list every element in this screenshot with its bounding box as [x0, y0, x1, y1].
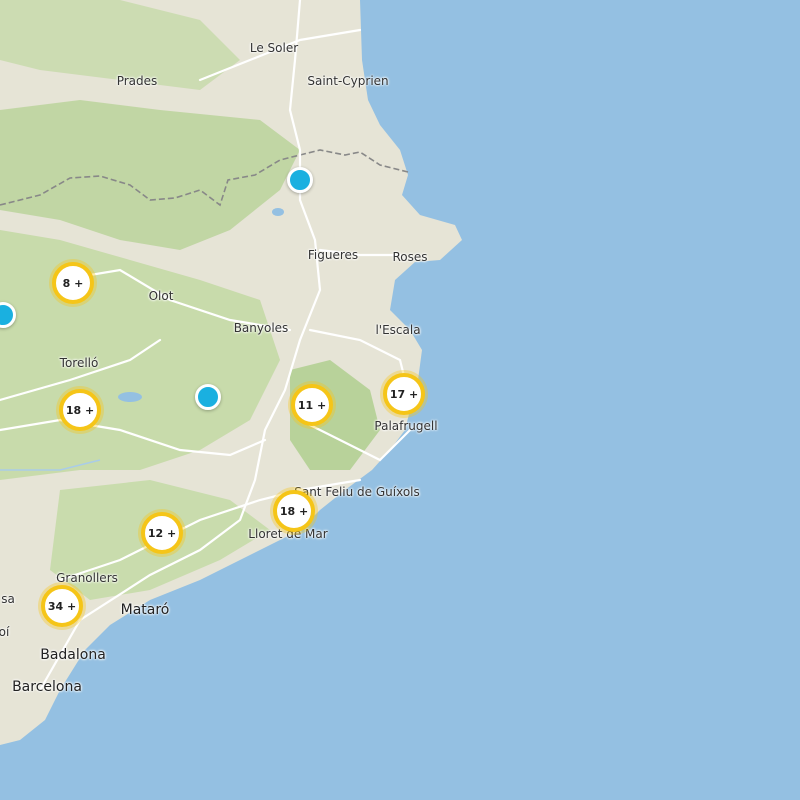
cluster-marker[interactable]: 12 +: [141, 512, 183, 554]
map-marker[interactable]: [287, 167, 313, 193]
cluster-marker[interactable]: 18 +: [59, 389, 101, 431]
map-marker[interactable]: [195, 384, 221, 410]
cluster-marker[interactable]: 18 +: [273, 490, 315, 532]
cluster-marker[interactable]: 34 +: [41, 585, 83, 627]
cluster-marker[interactable]: 11 +: [291, 384, 333, 426]
cluster-marker[interactable]: 17 +: [383, 373, 425, 415]
map-canvas[interactable]: Le Soler Saint-Cyprien Prades Figueres R…: [0, 0, 800, 800]
lake: [272, 208, 284, 216]
cluster-marker[interactable]: 8 +: [52, 262, 94, 304]
lake: [118, 392, 142, 402]
